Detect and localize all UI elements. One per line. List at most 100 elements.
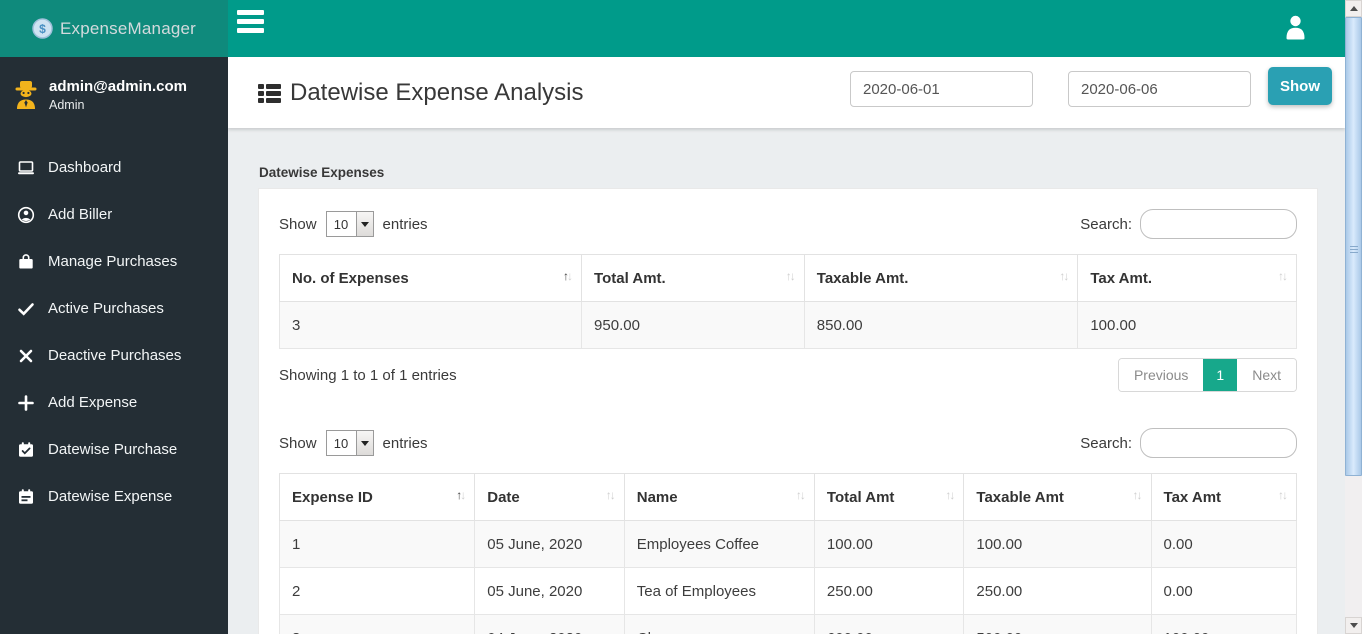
sidebar-item-label: Active Purchases bbox=[48, 300, 164, 317]
calendar-icon bbox=[17, 488, 35, 506]
search-label: Search: bbox=[1080, 434, 1132, 452]
cell: 05 June, 2020 bbox=[474, 520, 625, 568]
plus-icon bbox=[17, 394, 35, 412]
user-panel: admin@admin.com Admin bbox=[0, 57, 228, 130]
date-to-input[interactable] bbox=[1068, 71, 1251, 107]
entries-label: entries bbox=[382, 215, 428, 233]
spy-avatar-icon bbox=[14, 81, 38, 109]
page-size-value: 10 bbox=[333, 216, 349, 232]
column-header[interactable]: Total Amt. ↑↓ bbox=[581, 254, 805, 302]
table-row: 2 05 June, 2020 Tea of Employees 250.00 … bbox=[278, 567, 1298, 615]
page-title: Datewise Expense Analysis bbox=[290, 79, 584, 106]
cell: 1 bbox=[278, 520, 476, 568]
sort-icon: ↑↓ bbox=[945, 488, 955, 502]
dollar-coin-icon: $ bbox=[32, 18, 53, 39]
brand[interactable]: $ ExpenseManager bbox=[0, 0, 228, 57]
sidebar-item-label: Datewise Purchase bbox=[48, 441, 178, 458]
scroll-up-button[interactable] bbox=[1345, 0, 1362, 17]
detail-search-input[interactable] bbox=[1140, 428, 1297, 458]
scroll-down-button[interactable] bbox=[1345, 617, 1362, 634]
scrollbar-thumb[interactable] bbox=[1345, 17, 1362, 476]
page-header: Datewise Expense Analysis Show bbox=[228, 57, 1345, 128]
cell: 850.00 bbox=[803, 301, 1079, 349]
sidebar-item-deactive-purchases[interactable]: Deactive Purchases bbox=[0, 332, 228, 379]
sort-icon: ↑↓ bbox=[456, 488, 466, 502]
cell: 0.00 bbox=[1150, 567, 1298, 615]
cell: 100.00 bbox=[813, 520, 965, 568]
column-header[interactable]: Total Amt ↑↓ bbox=[813, 473, 965, 521]
column-header[interactable]: Taxable Amt ↑↓ bbox=[963, 473, 1152, 521]
page-size-value: 10 bbox=[333, 435, 349, 451]
cell: Charger bbox=[623, 614, 815, 634]
column-header[interactable]: Tax Amt ↑↓ bbox=[1150, 473, 1298, 521]
cell: 2 bbox=[278, 567, 476, 615]
page-size-select[interactable]: 10 bbox=[325, 211, 374, 237]
page-1-button[interactable]: 1 bbox=[1203, 359, 1238, 391]
cell: Employees Coffee bbox=[623, 520, 815, 568]
datewise-expenses-card: Show 10 entries Search: No. of Expenses ↑… bbox=[258, 188, 1318, 634]
cell: 04 June, 2020 bbox=[474, 614, 625, 634]
triangle-up-icon bbox=[1349, 6, 1358, 11]
column-header[interactable]: Taxable Amt. ↑↓ bbox=[803, 254, 1079, 302]
sidebar-item-label: Datewise Expense bbox=[48, 488, 173, 505]
sort-icon: ↑↓ bbox=[785, 269, 796, 283]
sort-icon: ↑↓ bbox=[1132, 488, 1143, 502]
cell: Tea of Employees bbox=[623, 567, 815, 615]
column-header[interactable]: Date ↑↓ bbox=[474, 473, 625, 521]
chevron-down-icon bbox=[355, 212, 373, 236]
sidebar-item-datewise-expense[interactable]: Datewise Expense bbox=[0, 473, 228, 520]
sort-icon: ↑↓ bbox=[605, 488, 616, 502]
column-header[interactable]: No. of Expenses ↑↓ bbox=[278, 254, 583, 302]
cell: 100.00 bbox=[963, 520, 1152, 568]
cell: 500.00 bbox=[963, 614, 1152, 634]
column-header[interactable]: Expense ID ↑↓ bbox=[278, 473, 476, 521]
sidebar-item-datewise-purchase[interactable]: Datewise Purchase bbox=[0, 426, 228, 473]
cell: 600.00 bbox=[813, 614, 965, 634]
content-area: Datewise Expenses Show 10 entries Search… bbox=[228, 128, 1345, 634]
sidebar-item-label: Add Biller bbox=[48, 206, 113, 223]
triangle-down-icon bbox=[1349, 623, 1358, 628]
date-from-input[interactable] bbox=[850, 71, 1033, 107]
show-label: Show bbox=[279, 215, 317, 233]
summary-search-input[interactable] bbox=[1140, 209, 1297, 239]
table-row: 3 04 June, 2020 Charger 600.00 500.00 10… bbox=[278, 614, 1298, 634]
column-header[interactable]: Name ↑↓ bbox=[623, 473, 815, 521]
previous-button[interactable]: Previous bbox=[1118, 359, 1204, 391]
table-row: 1 05 June, 2020 Employees Coffee 100.00 … bbox=[278, 520, 1298, 568]
x-icon bbox=[17, 347, 35, 365]
sidebar-item-label: Add Expense bbox=[48, 394, 138, 411]
sidebar: $ ExpenseManager admin@admin.com Admin D… bbox=[0, 0, 228, 634]
vertical-scrollbar bbox=[1345, 0, 1362, 634]
sort-icon: ↑↓ bbox=[1278, 269, 1288, 283]
user-circle-icon bbox=[17, 206, 35, 224]
sidebar-item-active-purchases[interactable]: Active Purchases bbox=[0, 285, 228, 332]
column-header[interactable]: Tax Amt. ↑↓ bbox=[1077, 254, 1297, 302]
sidebar-item-label: Deactive Purchases bbox=[48, 347, 182, 364]
page-size-select[interactable]: 10 bbox=[325, 430, 374, 456]
show-button[interactable]: Show bbox=[1268, 67, 1332, 105]
sidebar-item-add-expense[interactable]: Add Expense bbox=[0, 379, 228, 426]
sidebar-item-manage-purchases[interactable]: Manage Purchases bbox=[0, 238, 228, 285]
table-row: 3 950.00 850.00 100.00 bbox=[278, 301, 1297, 349]
sort-icon: ↑↓ bbox=[1059, 269, 1069, 283]
summary-table-controls: Show 10 entries Search: bbox=[279, 209, 1297, 239]
brand-name: ExpenseManager bbox=[59, 18, 197, 38]
cell: 100.00 bbox=[1150, 614, 1298, 634]
search-label: Search: bbox=[1080, 215, 1132, 233]
cell: 0.00 bbox=[1150, 520, 1298, 568]
scrollbar-grip bbox=[1350, 246, 1358, 255]
cell: 05 June, 2020 bbox=[474, 567, 625, 615]
sort-icon: ↑↓ bbox=[795, 488, 806, 502]
laptop-icon bbox=[17, 159, 35, 177]
sidebar-item-add-biller[interactable]: Add Biller bbox=[0, 191, 228, 238]
chevron-down-icon bbox=[355, 431, 373, 455]
sidebar-item-dashboard[interactable]: Dashboard bbox=[0, 144, 228, 191]
cell: 3 bbox=[278, 614, 476, 634]
show-label: Show bbox=[279, 434, 317, 452]
next-button[interactable]: Next bbox=[1237, 359, 1296, 391]
sort-icon: ↑↓ bbox=[1278, 488, 1288, 502]
person-icon[interactable] bbox=[1284, 14, 1307, 40]
briefcase-icon bbox=[17, 253, 35, 271]
hamburger-icon[interactable] bbox=[237, 10, 264, 37]
summary-table-footer: Showing 1 to 1 of 1 entries Previous 1 N… bbox=[279, 358, 1297, 392]
